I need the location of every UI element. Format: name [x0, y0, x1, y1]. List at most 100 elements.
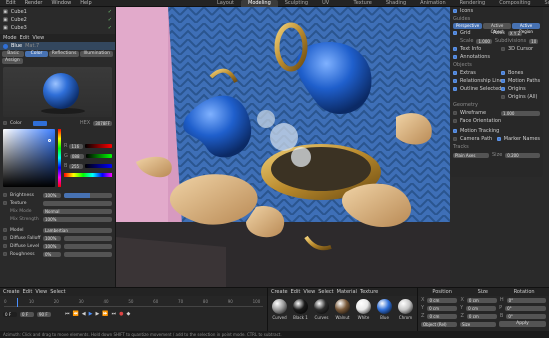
prev-frame-icon[interactable]: ◀ — [82, 311, 86, 317]
timeline-menu-view[interactable]: View — [35, 289, 47, 295]
texture-field[interactable] — [43, 200, 112, 206]
position-field[interactable]: 0 cm — [427, 305, 458, 311]
tab-compositing[interactable]: Compositing — [492, 0, 537, 7]
origins-checkbox[interactable] — [501, 87, 505, 91]
material-tab-reflections[interactable]: Reflections — [48, 51, 80, 57]
outliner-item[interactable]: ▣ Cube1 ✓ — [0, 8, 115, 16]
color-picker-handle[interactable] — [48, 139, 51, 142]
text-info-checkbox[interactable] — [453, 47, 457, 51]
face-orient-checkbox[interactable] — [453, 119, 457, 123]
material-swatch[interactable]: Curves — [312, 299, 331, 320]
material-swatch[interactable]: Black 1 — [291, 299, 310, 320]
axes-value[interactable]: X Y Z — [507, 30, 523, 36]
material-menu-material[interactable]: Material — [337, 289, 357, 295]
view-menu[interactable]: View — [32, 35, 44, 41]
3d-viewport[interactable] — [116, 7, 450, 287]
material-swatch[interactable]: Blue — [375, 299, 394, 320]
motion-tracking-checkbox[interactable] — [453, 129, 457, 133]
record-icon[interactable]: ● — [119, 311, 123, 317]
material-tab-basic[interactable]: Basic — [2, 51, 25, 57]
rotation-field[interactable]: 0° — [506, 313, 546, 319]
rotation-field[interactable]: 0° — [505, 305, 546, 311]
wireframe-checkbox[interactable] — [453, 111, 457, 115]
visibility-icon[interactable]: ✓ — [108, 17, 112, 23]
size-field[interactable]: 0 cm — [466, 305, 497, 311]
tab-sculpting[interactable]: Sculpting — [278, 0, 315, 7]
model-toggle[interactable] — [3, 228, 7, 232]
outliner-item[interactable]: ▣ Cube3 ✓ — [0, 24, 115, 32]
tab-rendering[interactable]: Rendering — [453, 0, 493, 7]
tab-animation[interactable]: Animation — [413, 0, 453, 7]
marker-names-checkbox[interactable] — [496, 137, 501, 141]
diffuse-level-slider[interactable] — [64, 243, 112, 249]
spectrum-strip[interactable] — [64, 173, 112, 177]
mode-menu[interactable]: Mode — [3, 35, 17, 41]
bones-checkbox[interactable] — [501, 71, 505, 75]
menu-help[interactable]: Help — [80, 0, 91, 6]
channel-slider[interactable] — [85, 144, 112, 148]
plain-axes-dropdown[interactable]: Plain Axes — [453, 152, 489, 158]
material-swatch[interactable]: Chrom — [396, 299, 415, 320]
edit-menu[interactable]: Edit — [20, 35, 30, 41]
position-field[interactable]: 0 cm — [427, 297, 458, 303]
timeline-menu-create[interactable]: Create — [3, 289, 20, 295]
diffuse-level-toggle[interactable] — [3, 244, 7, 248]
grid-checkbox[interactable] — [453, 31, 457, 35]
material-swatch[interactable]: Curved — [270, 299, 289, 320]
channel-slider[interactable] — [85, 164, 112, 168]
size-mode-dropdown[interactable]: Size — [460, 321, 496, 327]
visibility-icon[interactable]: ✓ — [108, 9, 112, 15]
start-frame-field[interactable]: 0 F — [20, 311, 34, 317]
material-menu-select[interactable]: Select — [318, 289, 333, 295]
rotation-field[interactable]: 0° — [506, 297, 546, 303]
hue-strip[interactable] — [58, 129, 61, 187]
roughness-toggle[interactable] — [3, 252, 7, 256]
extras-checkbox[interactable] — [453, 71, 457, 75]
scale-value[interactable]: 1.000 — [476, 38, 492, 44]
roughness-value[interactable]: 0% — [43, 251, 61, 257]
outliner-item[interactable]: ▣ Cube2 ✓ — [0, 16, 115, 24]
material-menu-edit[interactable]: Edit — [291, 289, 301, 295]
end-frame-field[interactable]: 90 F — [37, 311, 51, 317]
motion-paths-checkbox[interactable] — [501, 79, 505, 83]
current-frame-field[interactable]: 0 F — [3, 311, 17, 317]
mix-mode-value[interactable]: Normal — [43, 208, 112, 214]
timeline-menu-select[interactable]: Select — [50, 289, 65, 295]
tab-layout[interactable]: Layout — [210, 0, 241, 7]
color-swatch[interactable] — [32, 120, 47, 126]
color-expand-icon[interactable] — [3, 121, 7, 125]
diffuse-falloff-toggle[interactable] — [3, 236, 7, 240]
diffuse-falloff-slider[interactable] — [64, 235, 112, 241]
diffuse-level-value[interactable]: 100% — [43, 243, 61, 249]
texture-toggle[interactable] — [3, 201, 7, 205]
channel-value[interactable]: 255 — [69, 163, 84, 169]
outline-selected-checkbox[interactable] — [453, 87, 457, 91]
tab-shading[interactable]: Shading — [379, 0, 413, 7]
next-key-icon[interactable]: ⏩ — [102, 311, 108, 317]
playhead[interactable] — [16, 298, 18, 307]
model-value[interactable]: Lambertian — [43, 227, 112, 233]
channel-value[interactable]: 088 — [69, 153, 84, 159]
channel-slider[interactable] — [85, 154, 112, 158]
overlay-tab-active-region[interactable]: Active Region — [512, 23, 541, 34]
material-tab-color[interactable]: Color — [25, 51, 48, 57]
channel-value[interactable]: 116 — [69, 143, 84, 149]
subdiv-value[interactable]: 10 — [529, 38, 539, 44]
last-frame-icon[interactable]: ⏭ — [112, 311, 117, 317]
3d-cursor-checkbox[interactable] — [501, 47, 505, 51]
prev-key-icon[interactable]: ⏪ — [73, 311, 79, 317]
size-field[interactable]: 0 cm — [466, 297, 497, 303]
tab-uv-editing[interactable]: UV Editing — [315, 0, 346, 13]
mix-strength-value[interactable]: 100% — [43, 216, 112, 222]
brightness-slider[interactable] — [64, 192, 112, 198]
material-swatch[interactable]: White — [354, 299, 373, 320]
timeline-menu-edit[interactable]: Edit — [23, 289, 33, 295]
apply-button[interactable]: Apply — [499, 321, 546, 327]
material-menu-view[interactable]: View — [303, 289, 315, 295]
material-menu-texture[interactable]: Texture — [360, 289, 378, 295]
keyframe-icon[interactable]: ◆ — [126, 311, 130, 317]
coord-mode-dropdown[interactable]: Object (Rel) — [421, 321, 457, 327]
roughness-slider[interactable] — [64, 251, 112, 257]
material-menu-create[interactable]: Create — [271, 289, 288, 295]
overlay-tab-perspective[interactable]: Perspective — [453, 23, 483, 29]
